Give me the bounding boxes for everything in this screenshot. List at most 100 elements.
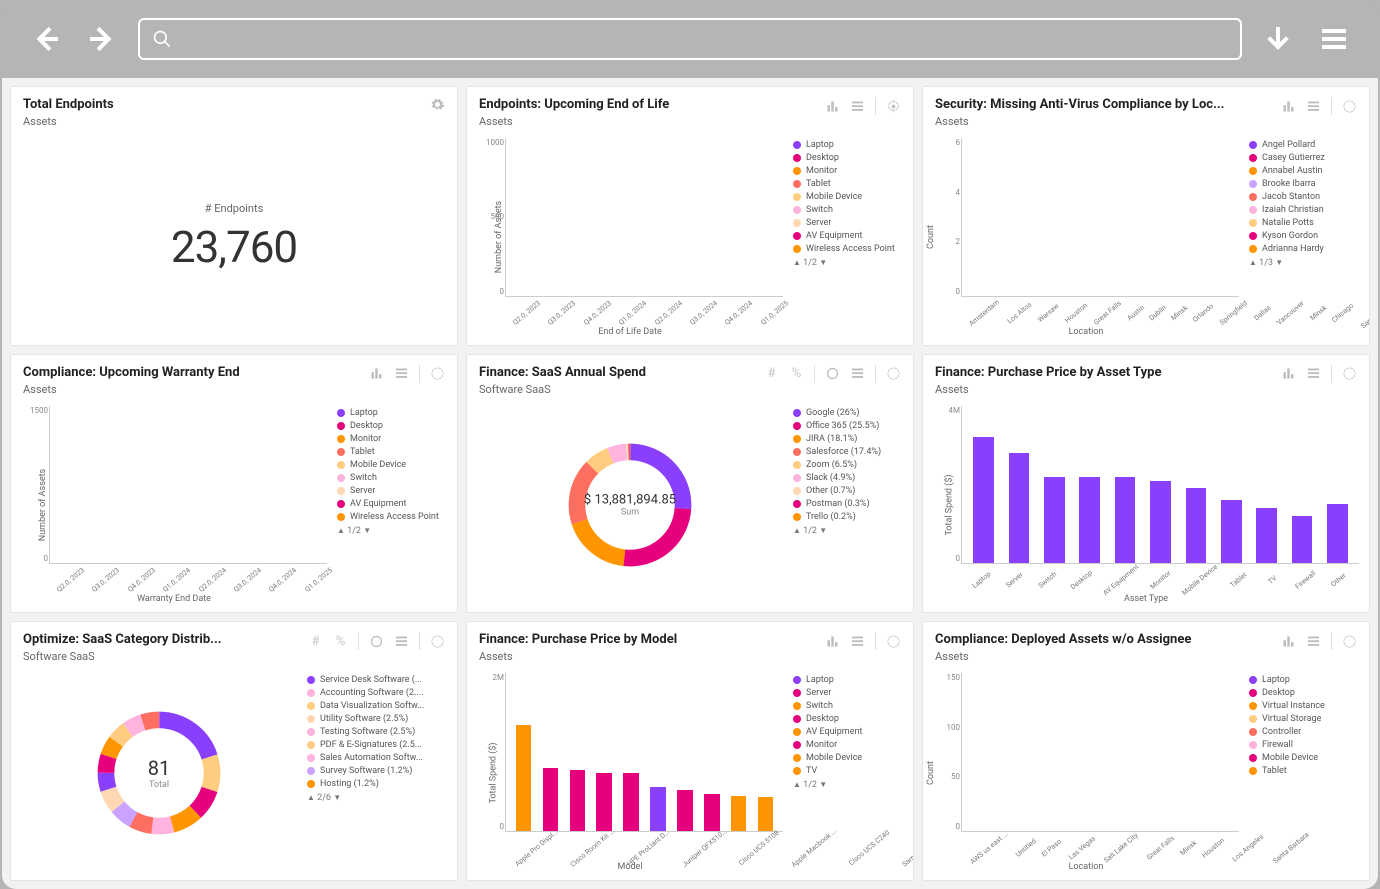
bar-chart-icon[interactable] — [1281, 99, 1296, 114]
legend-item: Laptop — [1249, 675, 1359, 685]
bar — [190, 406, 222, 564]
x-tick-label: Houston — [1195, 830, 1231, 865]
card-subtitle: Assets — [935, 650, 1281, 663]
chart-plot: 2M0 — [505, 673, 783, 832]
legend-pager[interactable]: ▲ 1/2 ▼ — [793, 780, 903, 790]
hash-icon[interactable]: # — [764, 366, 779, 381]
legend-item: Hosting (1.2%) — [307, 779, 447, 789]
list-icon[interactable] — [394, 366, 409, 381]
bar — [511, 138, 543, 296]
legend-item: Annabel Austin — [1249, 166, 1359, 176]
bar — [156, 406, 188, 564]
legend-item: Firewall — [1249, 740, 1359, 750]
legend-pager[interactable]: ▲ 1/2 ▼ — [337, 526, 447, 536]
bar-chart-icon[interactable] — [1281, 366, 1296, 381]
metric-value: 23,760 — [171, 221, 297, 273]
back-icon[interactable] — [30, 23, 62, 55]
list-icon[interactable] — [394, 634, 409, 649]
donut-icon[interactable] — [825, 366, 840, 381]
legend-item: TV — [793, 766, 903, 776]
bar — [565, 673, 590, 831]
download-icon[interactable] — [1262, 23, 1294, 55]
card-subtitle: Assets — [479, 115, 825, 128]
card-subtitle: Assets — [935, 115, 1281, 128]
legend-item: Wireless Access Point — [793, 244, 903, 254]
legend-item: Desktop — [793, 153, 903, 163]
legend-item: Virtual Instance — [1249, 701, 1359, 711]
list-icon[interactable] — [1306, 99, 1321, 114]
legend-item: Kyson Gordon — [1249, 231, 1359, 241]
bar-chart-icon[interactable] — [825, 99, 840, 114]
bar — [1200, 138, 1216, 296]
forward-icon[interactable] — [86, 23, 118, 55]
legend-item: Testing Software (2.5%) — [307, 727, 447, 737]
bar — [538, 673, 563, 831]
legend-item: Accounting Software (2.... — [307, 688, 447, 698]
list-icon[interactable] — [850, 366, 865, 381]
legend-pager[interactable]: ▲ 2/6 ▼ — [307, 793, 447, 803]
card-title: Optimize: SaaS Category Distrib... — [23, 632, 308, 647]
list-icon[interactable] — [850, 634, 865, 649]
legend-item: Tablet — [1249, 766, 1359, 776]
bar — [89, 406, 121, 564]
gear-icon[interactable] — [430, 366, 445, 381]
bar — [1128, 673, 1153, 831]
percent-icon[interactable]: % — [333, 634, 348, 649]
legend-pager[interactable]: ▲ 1/2 ▼ — [793, 526, 903, 536]
card-total-endpoints: Total Endpoints Assets # Endpoints 23,76… — [10, 86, 458, 346]
bar-chart-icon[interactable] — [1281, 634, 1296, 649]
legend-item: Izaiah Christian — [1249, 205, 1359, 215]
card-title: Total Endpoints — [23, 97, 430, 112]
gear-icon[interactable] — [430, 634, 445, 649]
legend-item: Natalie Potts — [1249, 218, 1359, 228]
list-icon[interactable] — [1306, 366, 1321, 381]
bar — [985, 138, 1001, 296]
legend-item: Survey Software (1.2%) — [307, 766, 447, 776]
gear-icon[interactable] — [886, 366, 901, 381]
bar — [967, 406, 1000, 564]
bar-chart-icon[interactable] — [825, 634, 840, 649]
menu-icon[interactable] — [1318, 23, 1350, 55]
legend-item: Salesforce (17.4%) — [793, 447, 903, 457]
card-title: Compliance: Upcoming Warranty End — [23, 365, 369, 380]
bar — [1057, 138, 1073, 296]
url-bar[interactable] — [138, 18, 1242, 60]
bar-chart-icon[interactable] — [369, 366, 384, 381]
bar — [646, 138, 678, 296]
legend-pager[interactable]: ▲ 1/2 ▼ — [793, 258, 903, 268]
percent-icon[interactable]: % — [789, 366, 804, 381]
legend-item: Desktop — [1249, 688, 1359, 698]
legend-item: Zoom (6.5%) — [793, 460, 903, 470]
donut-center-value: $ 13,881,894.85 — [584, 492, 676, 507]
gear-icon[interactable] — [1342, 99, 1357, 114]
gear-icon[interactable] — [886, 99, 901, 114]
gear-icon[interactable] — [1342, 366, 1357, 381]
legend-item: Monitor — [793, 740, 903, 750]
card-price-model: Finance: Purchase Price by Model Assets … — [466, 621, 914, 881]
dashboard-grid: Total Endpoints Assets # Endpoints 23,76… — [2, 78, 1378, 889]
legend-item: Server — [793, 688, 903, 698]
card-subtitle: Assets — [935, 383, 1281, 396]
bar — [679, 138, 711, 296]
gear-icon[interactable] — [886, 634, 901, 649]
bar — [1048, 673, 1073, 831]
gear-icon[interactable] — [1342, 634, 1357, 649]
bar — [746, 138, 778, 296]
card-subtitle: Software SaaS — [479, 383, 764, 396]
donut-icon[interactable] — [369, 634, 384, 649]
bar — [511, 673, 536, 831]
hash-icon[interactable]: # — [308, 634, 323, 649]
bar — [122, 406, 154, 564]
donut-center-value: 81 — [148, 756, 170, 780]
legend-item: Angel Pollard — [1249, 140, 1359, 150]
card-title: Endpoints: Upcoming End of Life — [479, 97, 825, 112]
bar — [1073, 406, 1106, 564]
bar — [1128, 138, 1144, 296]
bar — [1003, 138, 1019, 296]
card-title: Finance: SaaS Annual Spend — [479, 365, 764, 380]
card-title: Security: Missing Anti-Virus Compliance … — [935, 97, 1281, 112]
gear-icon[interactable] — [430, 97, 445, 112]
list-icon[interactable] — [850, 99, 865, 114]
list-icon[interactable] — [1306, 634, 1321, 649]
legend-pager[interactable]: ▲ 1/3 ▼ — [1249, 258, 1359, 268]
